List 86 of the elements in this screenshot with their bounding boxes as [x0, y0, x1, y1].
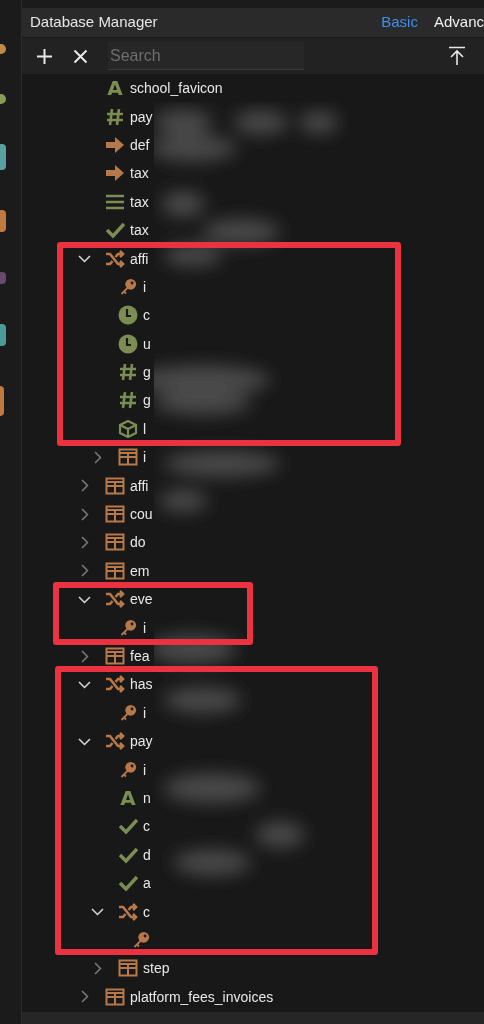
tree-item-label[interactable]: u	[143, 336, 151, 351]
search-field[interactable]: Search	[108, 42, 304, 70]
text-type-icon: A	[118, 787, 138, 808]
tree-item-label[interactable]: c	[143, 308, 150, 323]
table-icon	[118, 958, 138, 979]
tree-item-label[interactable]: eve	[130, 592, 153, 607]
check-icon	[105, 220, 125, 241]
hash-icon	[118, 362, 138, 383]
check-icon	[118, 873, 138, 894]
tree-item-label[interactable]: n	[143, 790, 151, 805]
tree-item-label[interactable]: platform_fees_invoices	[130, 989, 274, 1004]
tree-item-label[interactable]: i	[143, 279, 147, 294]
check-icon	[118, 816, 138, 837]
add-icon[interactable]	[36, 47, 53, 65]
tree-item-label[interactable]: i	[143, 705, 147, 720]
table-icon	[105, 532, 125, 553]
key-icon	[119, 703, 137, 722]
table-icon	[105, 475, 125, 496]
table-icon	[105, 646, 125, 666]
tree-item-label[interactable]: c	[143, 819, 150, 834]
shuffle-icon	[105, 674, 125, 695]
table-icon	[105, 560, 125, 581]
tree-item-label[interactable]: step	[143, 961, 170, 976]
key-icon	[119, 760, 137, 779]
scroll-to-top-icon[interactable]	[448, 46, 466, 66]
tree-item-label[interactable]: em	[130, 563, 150, 578]
tree-item-label[interactable]: school_favicon	[130, 81, 223, 96]
key-icon	[119, 277, 137, 296]
chevron-right-icon[interactable]	[78, 564, 91, 578]
sidebar-icon[interactable]	[0, 324, 6, 346]
table-icon	[118, 447, 138, 468]
chevron-down-icon[interactable]	[91, 905, 104, 918]
tree-item-label[interactable]: affi	[130, 478, 149, 493]
chevron-down-icon[interactable]	[78, 252, 91, 266]
chevron-right-icon[interactable]	[78, 649, 91, 663]
sidebar-icon[interactable]	[0, 144, 6, 170]
tree-item-label[interactable]: tax	[130, 194, 149, 209]
shuffle-icon	[105, 248, 125, 269]
sidebar-icon[interactable]	[0, 44, 6, 54]
tree-item-label[interactable]: i	[143, 450, 147, 465]
tab[interactable]: Advanc	[433, 11, 484, 34]
tree-item-label[interactable]: i	[143, 762, 147, 777]
sidebar-icon[interactable]	[0, 210, 6, 232]
tree-item-label[interactable]: d	[143, 847, 151, 862]
tree-item-label[interactable]: pay	[130, 109, 153, 124]
key-icon	[119, 618, 137, 637]
tree-item-label[interactable]: def	[130, 137, 150, 152]
tree-item-label[interactable]: do	[130, 535, 146, 550]
clock-icon	[118, 305, 138, 326]
tree-item-label[interactable]: tax	[130, 223, 149, 238]
shuffle-icon	[105, 589, 125, 610]
tree-item-label[interactable]: a	[143, 876, 151, 891]
tab[interactable]: Basic	[381, 11, 418, 34]
table-icon	[105, 986, 125, 1007]
chevron-right-icon[interactable]	[78, 990, 91, 1004]
sidebar-icon[interactable]	[0, 94, 6, 104]
arrow-icon	[105, 134, 125, 155]
chevron-right-icon[interactable]	[78, 507, 91, 521]
tree-item-label[interactable]: i	[143, 620, 147, 635]
chevron-right-icon[interactable]	[91, 961, 104, 975]
arrow-icon	[105, 163, 125, 184]
tree-item-label[interactable]: fea	[130, 649, 150, 663]
tree-item-label[interactable]: g	[143, 365, 151, 380]
tree-item-label[interactable]: l	[143, 421, 147, 436]
tree-item-label[interactable]: g	[143, 393, 151, 408]
hash-icon	[118, 390, 138, 411]
shuffle-icon	[118, 901, 138, 922]
tree-item-label[interactable]: cou	[130, 507, 153, 522]
table-icon	[105, 504, 125, 525]
hash-icon	[105, 106, 125, 127]
chevron-right-icon[interactable]	[78, 535, 91, 549]
chevron-right-icon[interactable]	[91, 450, 104, 464]
chevron-right-icon[interactable]	[78, 479, 91, 493]
tree-item-label[interactable]: pay	[130, 734, 153, 749]
tree-item-label[interactable]: tax	[130, 166, 149, 181]
shuffle-icon	[105, 731, 125, 752]
text-type-icon: A	[105, 78, 125, 99]
window-title: Database Manager	[30, 12, 158, 33]
close-icon[interactable]	[73, 48, 88, 64]
clock-icon	[118, 333, 138, 354]
key-icon	[132, 930, 150, 949]
sidebar-icon[interactable]	[0, 386, 4, 416]
tree-item-label[interactable]: has	[130, 677, 153, 692]
cube-icon	[118, 418, 138, 439]
tree-item-label[interactable]: affi	[130, 251, 149, 266]
tree-item-label[interactable]: c	[143, 904, 150, 919]
